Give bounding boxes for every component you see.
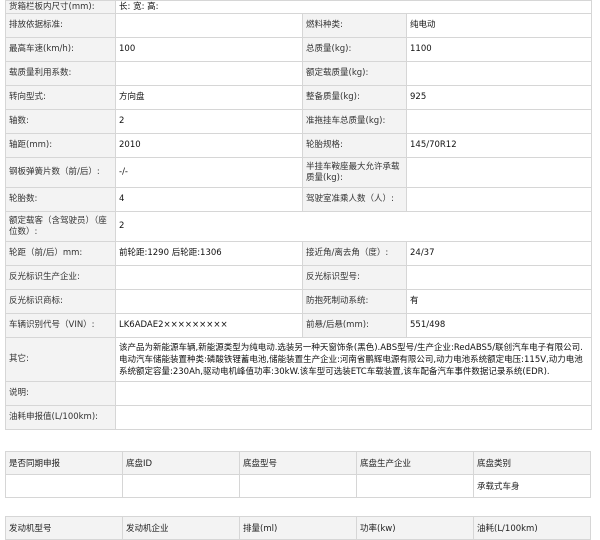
chassis-header: 底盘类别 <box>473 451 591 475</box>
spec-label: 车辆识别代号（VIN）: <box>5 313 116 338</box>
spec-value <box>115 405 592 430</box>
spec-label: 接近角/离去角（度）: <box>302 241 407 266</box>
spec-value <box>406 265 592 290</box>
engine-header: 排量(ml) <box>239 516 357 540</box>
spec-label: 说明: <box>5 381 116 406</box>
spec-label: 货箱栏板内尺寸(mm): <box>5 0 116 14</box>
spec-value: 100 <box>115 37 303 62</box>
spec-row: 轮胎数: 4 驾驶室准乘人数（人）: <box>5 187 592 212</box>
spec-label: 准拖挂车总质量(kg): <box>302 109 407 134</box>
spec-label: 转向型式: <box>5 85 116 110</box>
spec-table: 货箱栏板内尺寸(mm): 长: 宽: 高: 排放依据标准: 燃料种类: 纯电动 … <box>5 0 592 430</box>
spec-label: 额定载客（含驾驶员）（座位数）: <box>5 211 116 242</box>
engine-header: 发动机型号 <box>5 516 123 540</box>
spec-value <box>115 61 303 86</box>
spec-label: 整备质量(kg): <box>302 85 407 110</box>
spec-value <box>115 289 303 314</box>
spec-row: 反光标识生产企业: 反光标识型号: <box>5 265 592 290</box>
spec-label: 燃料种类: <box>302 13 407 38</box>
spec-row: 油耗申报值(L/100km): <box>5 405 592 430</box>
engine-header: 发动机企业 <box>122 516 240 540</box>
spec-value: 551/498 <box>406 313 592 338</box>
spec-value <box>115 381 592 406</box>
spec-label: 排放依据标准: <box>5 13 116 38</box>
spec-label: 反光标识型号: <box>302 265 407 290</box>
spec-label: 总质量(kg): <box>302 37 407 62</box>
spec-row: 轴数: 2 准拖挂车总质量(kg): <box>5 109 592 134</box>
chassis-row: 承载式车身 <box>5 474 591 498</box>
spec-value: -/- <box>115 157 303 188</box>
spec-value: 4 <box>115 187 303 212</box>
spec-row: 反光标识商标: 防抱死制动系统: 有 <box>5 289 592 314</box>
spec-value <box>115 13 303 38</box>
spec-row: 货箱栏板内尺寸(mm): 长: 宽: 高: <box>5 0 592 14</box>
spec-row: 轴距(mm): 2010 轮胎规格: 145/70R12 <box>5 133 592 158</box>
spec-label: 轮胎数: <box>5 187 116 212</box>
chassis-cell: 承载式车身 <box>473 474 591 498</box>
spec-label: 最高车速(km/h): <box>5 37 116 62</box>
spec-label: 载质量利用系数: <box>5 61 116 86</box>
chassis-cell <box>356 474 474 498</box>
spec-value <box>406 157 592 188</box>
spec-value <box>406 109 592 134</box>
chassis-header: 底盘ID <box>122 451 240 475</box>
spec-value: 1100 <box>406 37 592 62</box>
spec-value: 2 <box>115 211 592 242</box>
spec-value: 方向盘 <box>115 85 303 110</box>
spec-label: 前悬/后悬(mm): <box>302 313 407 338</box>
spec-value: 有 <box>406 289 592 314</box>
spec-label: 其它: <box>5 337 116 382</box>
chassis-header-row: 是否同期申报 底盘ID 底盘型号 底盘生产企业 底盘类别 <box>5 451 591 475</box>
spec-label: 反光标识生产企业: <box>5 265 116 290</box>
spec-value: 纯电动 <box>406 13 592 38</box>
chassis-header: 底盘型号 <box>239 451 357 475</box>
spec-value: 2 <box>115 109 303 134</box>
spec-row: 额定载客（含驾驶员）（座位数）: 2 <box>5 211 592 242</box>
spec-label: 反光标识商标: <box>5 289 116 314</box>
spec-label: 额定载质量(kg): <box>302 61 407 86</box>
chassis-header: 是否同期申报 <box>5 451 123 475</box>
spec-label: 轮距（前/后）mm: <box>5 241 116 266</box>
engine-header: 油耗(L/100km) <box>473 516 591 540</box>
chassis-header: 底盘生产企业 <box>356 451 474 475</box>
spec-value <box>115 265 303 290</box>
spec-label: 钢板弹簧片数（前/后）: <box>5 157 116 188</box>
spec-row: 转向型式: 方向盘 整备质量(kg): 925 <box>5 85 592 110</box>
spec-label: 轴数: <box>5 109 116 134</box>
spec-row: 最高车速(km/h): 100 总质量(kg): 1100 <box>5 37 592 62</box>
spec-label: 半挂车鞍座最大允许承载质量(kg): <box>302 157 407 188</box>
engine-header-row: 发动机型号 发动机企业 排量(ml) 功率(kw) 油耗(L/100km) <box>5 516 591 540</box>
spec-row: 载质量利用系数: 额定载质量(kg): <box>5 61 592 86</box>
chassis-cell <box>5 474 123 498</box>
spec-row: 排放依据标准: 燃料种类: 纯电动 <box>5 13 592 38</box>
spec-value: 前轮距:1290 后轮距:1306 <box>115 241 303 266</box>
chassis-cell <box>239 474 357 498</box>
spec-value <box>406 61 592 86</box>
spec-value: 长: 宽: 高: <box>115 0 592 14</box>
spec-label: 驾驶室准乘人数（人）: <box>302 187 407 212</box>
spec-row: 说明: <box>5 381 592 406</box>
spec-value: 145/70R12 <box>406 133 592 158</box>
spec-label: 轮胎规格: <box>302 133 407 158</box>
vin-value: LK6ADAE2××××××××× <box>115 313 303 338</box>
chassis-table: 是否同期申报 底盘ID 底盘型号 底盘生产企业 底盘类别 承载式车身 <box>5 451 591 498</box>
spec-row: 轮距（前/后）mm: 前轮距:1290 后轮距:1306 接近角/离去角（度）:… <box>5 241 592 266</box>
spec-label: 防抱死制动系统: <box>302 289 407 314</box>
spec-value: 2010 <box>115 133 303 158</box>
spec-row: 车辆识别代号（VIN）: LK6ADAE2××××××××× 前悬/后悬(mm)… <box>5 313 592 338</box>
spec-row: 钢板弹簧片数（前/后）: -/- 半挂车鞍座最大允许承载质量(kg): <box>5 157 592 188</box>
chassis-cell <box>122 474 240 498</box>
engine-header: 功率(kw) <box>356 516 474 540</box>
spec-value: 24/37 <box>406 241 592 266</box>
engine-table: 发动机型号 发动机企业 排量(ml) 功率(kw) 油耗(L/100km) <box>5 516 591 540</box>
other-notes: 该产品为新能源车辆,新能源类型为纯电动.选装另一种天窗饰条(黑色).ABS型号/… <box>115 337 592 382</box>
spec-value: 925 <box>406 85 592 110</box>
spec-label: 油耗申报值(L/100km): <box>5 405 116 430</box>
spec-value <box>406 187 592 212</box>
spec-row: 其它: 该产品为新能源车辆,新能源类型为纯电动.选装另一种天窗饰条(黑色).AB… <box>5 337 592 382</box>
spec-label: 轴距(mm): <box>5 133 116 158</box>
